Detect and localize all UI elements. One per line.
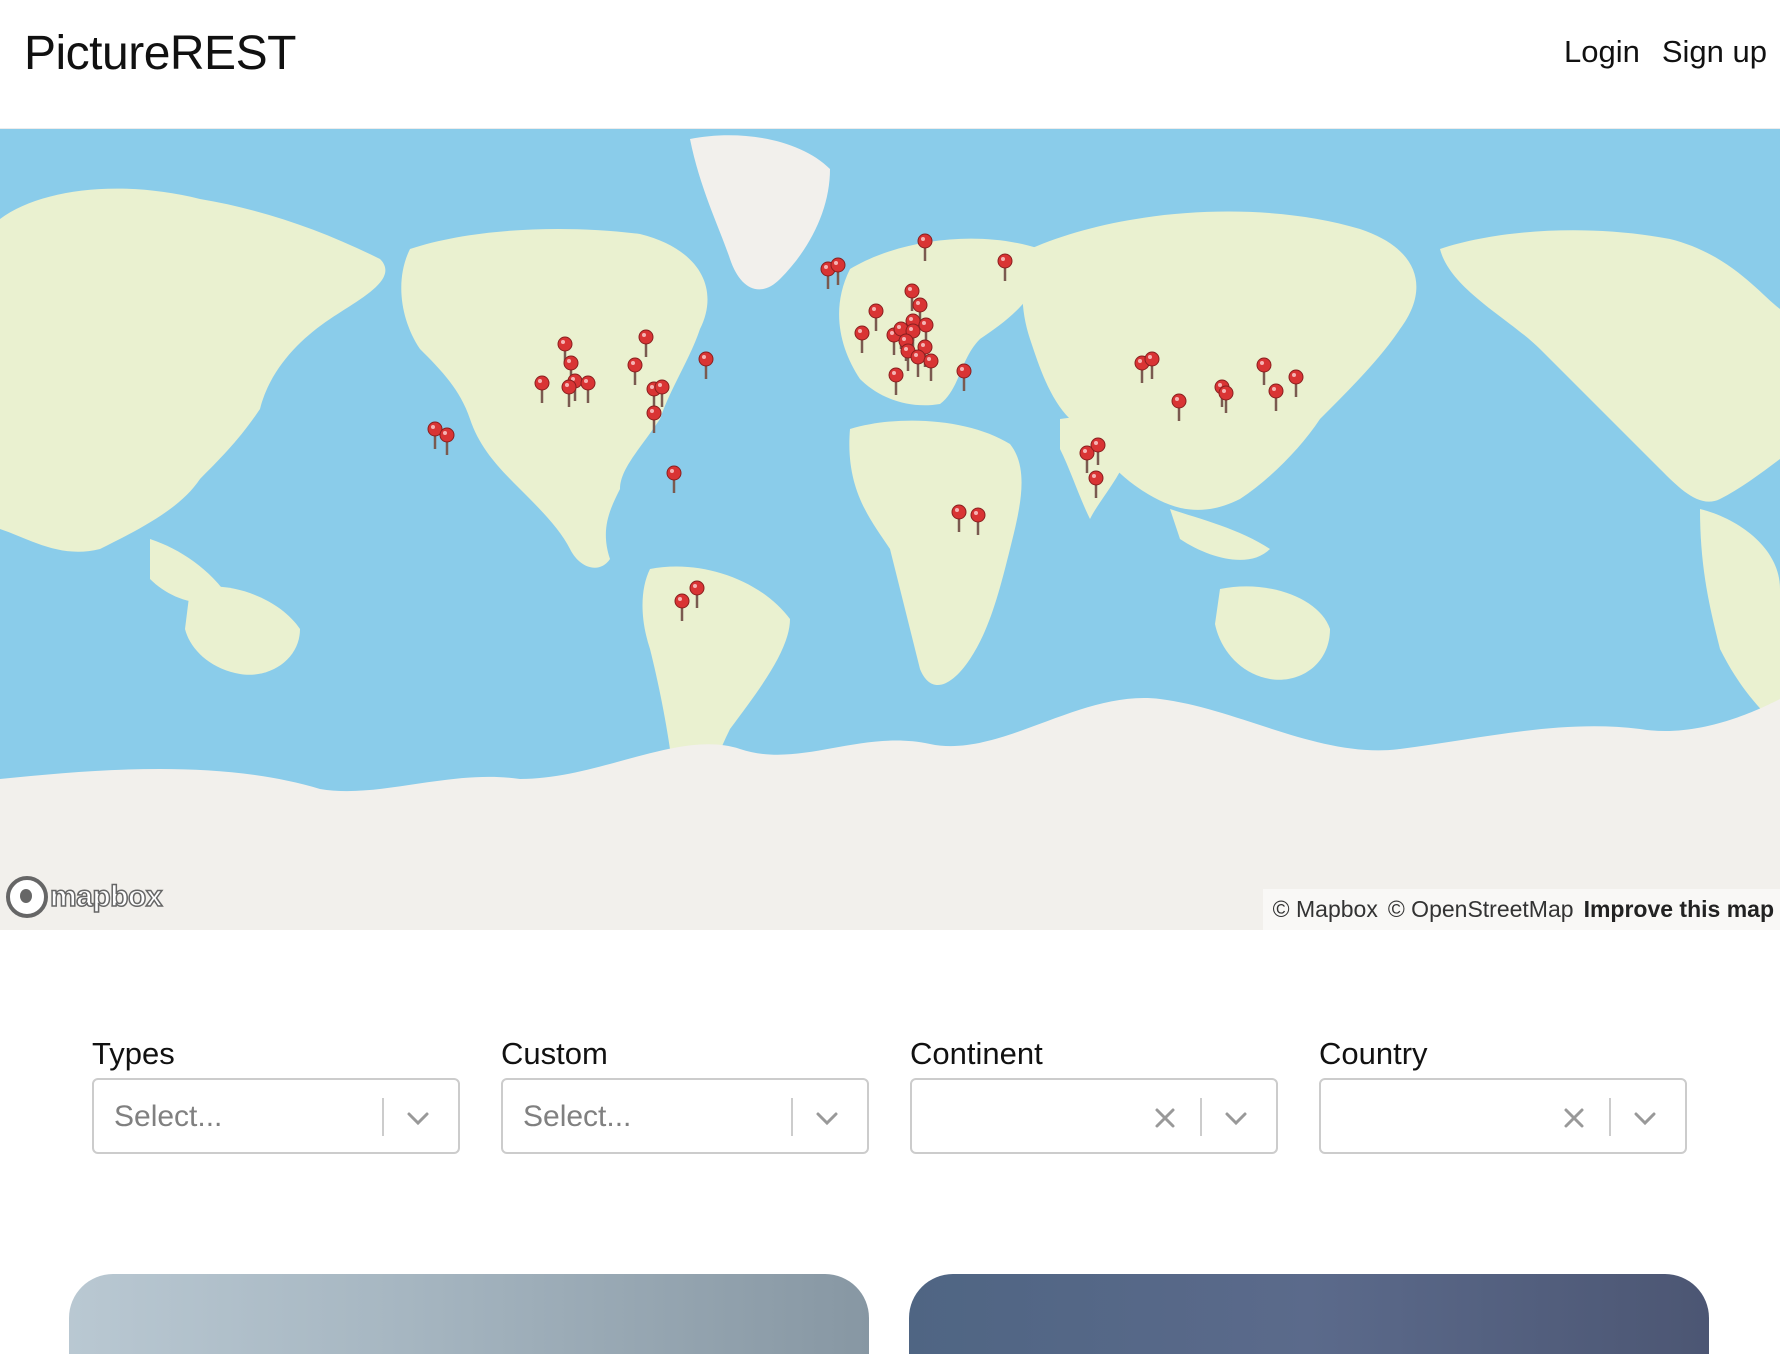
chevron-down-icon[interactable]	[1218, 1100, 1254, 1136]
photo-card[interactable]	[69, 1274, 869, 1354]
mapbox-logo-text: mapbox	[49, 879, 163, 914]
photo-card[interactable]	[909, 1274, 1709, 1354]
world-map[interactable]: mapbox © Mapbox © OpenStreetMap Improve …	[0, 129, 1780, 930]
filter-country: Country	[1319, 1036, 1687, 1154]
select-separator	[791, 1098, 793, 1136]
chevron-down-icon[interactable]	[400, 1100, 436, 1136]
filter-types: Types Select...	[92, 1036, 460, 1154]
select-separator	[1200, 1098, 1202, 1136]
custom-select-placeholder: Select...	[523, 1100, 632, 1133]
types-select[interactable]: Select...	[92, 1078, 460, 1154]
types-select-placeholder: Select...	[114, 1100, 223, 1133]
filter-types-label: Types	[92, 1036, 175, 1071]
nav-links: Login Sign up	[1564, 34, 1767, 70]
filter-continent-label: Continent	[910, 1036, 1043, 1071]
chevron-down-icon[interactable]	[1627, 1100, 1663, 1136]
select-separator	[1609, 1098, 1611, 1136]
select-separator	[382, 1098, 384, 1136]
filter-country-label: Country	[1319, 1036, 1428, 1071]
map-attribution: © Mapbox © OpenStreetMap Improve this ma…	[1262, 889, 1780, 930]
country-select[interactable]	[1319, 1078, 1687, 1154]
clear-icon[interactable]	[1559, 1100, 1589, 1136]
mapbox-logo[interactable]: mapbox	[6, 876, 163, 918]
clear-icon[interactable]	[1150, 1100, 1180, 1136]
custom-select[interactable]: Select...	[501, 1078, 869, 1154]
brand-logo-text[interactable]: PictureREST	[24, 26, 296, 81]
attribution-mapbox-link[interactable]: © Mapbox	[1273, 896, 1378, 923]
top-navbar: PictureREST Login Sign up	[0, 0, 1780, 129]
filter-continent: Continent	[910, 1036, 1278, 1154]
filter-custom: Custom Select...	[501, 1036, 869, 1154]
filter-custom-label: Custom	[501, 1036, 608, 1071]
attribution-osm-link[interactable]: © OpenStreetMap	[1388, 896, 1574, 923]
chevron-down-icon[interactable]	[809, 1100, 845, 1136]
map-canvas[interactable]	[0, 129, 1780, 930]
mapbox-logo-icon	[6, 876, 48, 918]
improve-map-link[interactable]: Improve this map	[1584, 896, 1774, 923]
continent-select[interactable]	[910, 1078, 1278, 1154]
login-link[interactable]: Login	[1564, 34, 1640, 70]
signup-link[interactable]: Sign up	[1662, 34, 1767, 70]
filter-bar: Types Select... Custom Select... Contine…	[92, 1036, 1688, 1154]
